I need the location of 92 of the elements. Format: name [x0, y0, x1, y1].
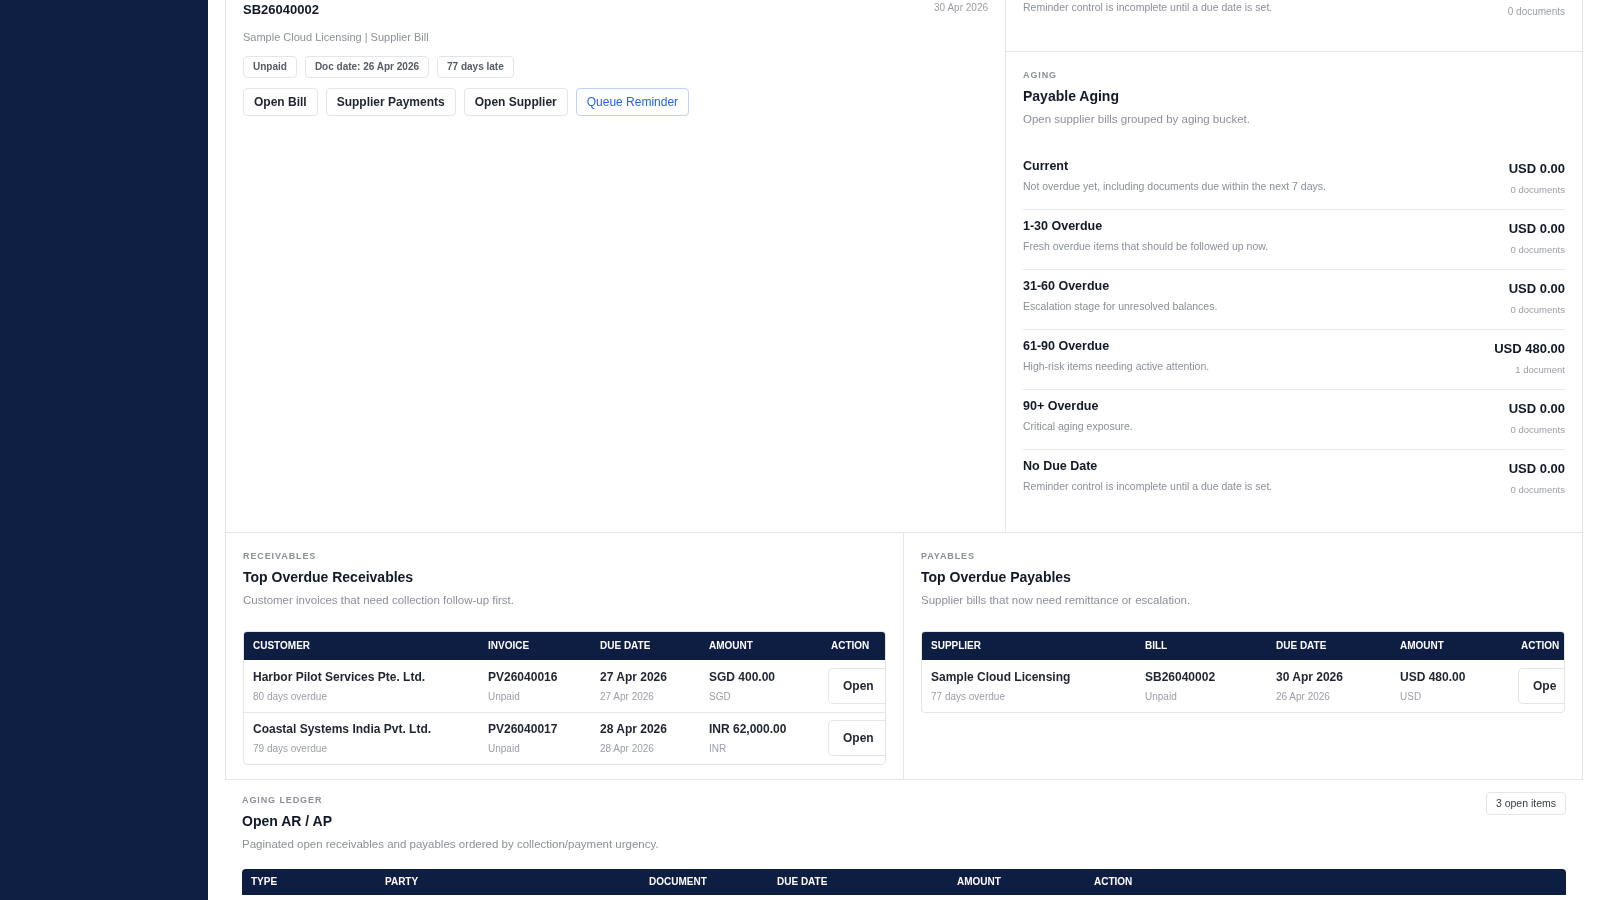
action-button[interactable]: Open Bill: [243, 87, 318, 116]
currency: INR: [709, 742, 728, 757]
overdue-text: 77 days overdue: [931, 689, 1006, 704]
amount: SGD 400.00: [709, 668, 777, 686]
column-header: DUE DATE: [600, 639, 651, 654]
column-header: PARTY: [385, 875, 419, 890]
due-date: 28 Apr 2026: [600, 721, 668, 739]
status-text: Unpaid: [488, 689, 521, 704]
document-date: 26 Apr 2026: [1276, 689, 1331, 704]
column-header: DUE DATE: [1276, 639, 1327, 654]
document-count: 0 documents: [1507, 5, 1565, 19]
bucket-name: No Due Date: [1023, 457, 1099, 475]
section-description: Paginated open receivables and payables ordered by collection/payment urgency.: [242, 836, 659, 852]
open-items-badge: 3 open items: [1485, 792, 1566, 815]
section-eyebrow: RECEIVABLES: [243, 550, 318, 563]
bucket-description: Escalation stage for unresolved balances.: [1023, 298, 1218, 314]
action-button[interactable]: Queue Reminder: [575, 87, 690, 116]
section-description: Supplier bills that now need remittance or escalation.: [921, 592, 1192, 608]
action-button[interactable]: Supplier Payments: [325, 87, 456, 116]
bucket-description: Critical aging exposure.: [1023, 418, 1133, 434]
action-button[interactable]: Open Supplier: [463, 87, 568, 116]
bucket-amount: USD 0.00: [1508, 219, 1565, 238]
section-eyebrow: AGING: [1023, 69, 1058, 82]
section-eyebrow: AGING LEDGER: [242, 794, 324, 807]
document-date: 27 Apr 2026: [600, 689, 655, 704]
bucket-name: 61-90 Overdue: [1023, 337, 1111, 355]
column-header: AMOUNT: [1400, 639, 1444, 654]
document-count: 0 documents: [1510, 483, 1565, 498]
status-chip: Unpaid: [243, 55, 297, 78]
section-description: Open supplier bills grouped by aging bucket.: [1023, 111, 1251, 127]
column-header: BILL: [1145, 639, 1168, 654]
column-header: TYPE: [251, 875, 278, 890]
bucket-amount: USD 0.00: [1508, 279, 1565, 298]
bill-date: 30 Apr 2026: [934, 1, 988, 15]
open-button[interactable]: Open: [828, 720, 885, 757]
party-name: Sample Cloud Licensing: [931, 668, 1072, 686]
status-text: Unpaid: [488, 742, 521, 757]
bucket-description: Reminder control is incomplete until a due date is set.: [1023, 478, 1273, 494]
bucket-description: High-risk items needing active attention.: [1023, 358, 1210, 374]
currency: USD: [1400, 689, 1423, 704]
section-title: Payable Aging: [1023, 86, 1120, 106]
bucket-description: Fresh overdue items that should be followed up now.: [1023, 238, 1269, 254]
bucket-amount: USD 0.00: [1508, 459, 1565, 478]
bucket-description: Reminder control is incomplete until a due date is set.: [1023, 0, 1273, 15]
document-count: 1 document: [1515, 363, 1565, 378]
bucket-amount: USD 480.00: [1494, 339, 1565, 358]
overdue-text: 80 days overdue: [253, 689, 328, 704]
document-count: 0 documents: [1510, 183, 1565, 198]
currency: SGD: [709, 689, 732, 704]
bucket-name: 90+ Overdue: [1023, 397, 1100, 415]
document-count: 0 documents: [1510, 243, 1565, 258]
bucket-name: Current: [1023, 157, 1070, 175]
due-date: 27 Apr 2026: [600, 668, 668, 686]
bucket-name: 1-30 Overdue: [1023, 217, 1104, 235]
document-number: PV26040017: [488, 721, 559, 739]
document-count: 0 documents: [1510, 423, 1565, 438]
party-name: Harbor Pilot Services Pte. Ltd.: [253, 668, 427, 686]
section-title: Top Overdue Receivables: [243, 567, 415, 587]
column-header: ACTION: [831, 639, 870, 654]
open-button[interactable]: Open: [828, 667, 885, 704]
column-header: CUSTOMER: [253, 639, 311, 654]
overdue-text: 79 days overdue: [253, 742, 328, 757]
section-description: Customer invoices that need collection follow-up first.: [243, 592, 515, 608]
section-title: Top Overdue Payables: [921, 567, 1072, 587]
bucket-amount: USD 0.00: [1508, 159, 1565, 178]
column-header: DUE DATE: [777, 875, 828, 890]
section-title: Open AR / AP: [242, 811, 333, 831]
bucket-amount: USD 0.00: [1508, 399, 1565, 418]
column-header: DOCUMENT: [649, 875, 707, 890]
due-date: 30 Apr 2026: [1276, 668, 1344, 686]
bill-subtitle: Sample Cloud Licensing | Supplier Bill: [243, 30, 429, 43]
amount: USD 480.00: [1400, 668, 1467, 686]
status-chip: 77 days late: [437, 55, 514, 78]
amount: INR 62,000.00: [709, 721, 788, 739]
column-header: AMOUNT: [957, 875, 1001, 890]
status-chip: Doc date: 26 Apr 2026: [304, 55, 429, 78]
bill-number: SB26040002: [243, 1, 319, 19]
section-eyebrow: PAYABLES: [921, 550, 976, 563]
column-header: ACTION: [1094, 875, 1133, 890]
party-name: Coastal Systems India Pvt. Ltd.: [253, 721, 433, 739]
open-button[interactable]: Ope: [1518, 667, 1564, 704]
bucket-name: 31-60 Overdue: [1023, 277, 1111, 295]
document-count: 0 documents: [1510, 303, 1565, 318]
column-header: SUPPLIER: [931, 639, 981, 654]
column-header: INVOICE: [488, 639, 530, 654]
document-date: 28 Apr 2026: [600, 742, 655, 757]
bucket-description: Not overdue yet, including documents due within the next 7 days.: [1023, 178, 1326, 194]
status-text: Unpaid: [1145, 689, 1178, 704]
column-header: ACTION: [1521, 639, 1560, 654]
column-header: AMOUNT: [709, 639, 753, 654]
document-number: PV26040016: [488, 668, 559, 686]
document-number: SB26040002: [1145, 668, 1217, 686]
